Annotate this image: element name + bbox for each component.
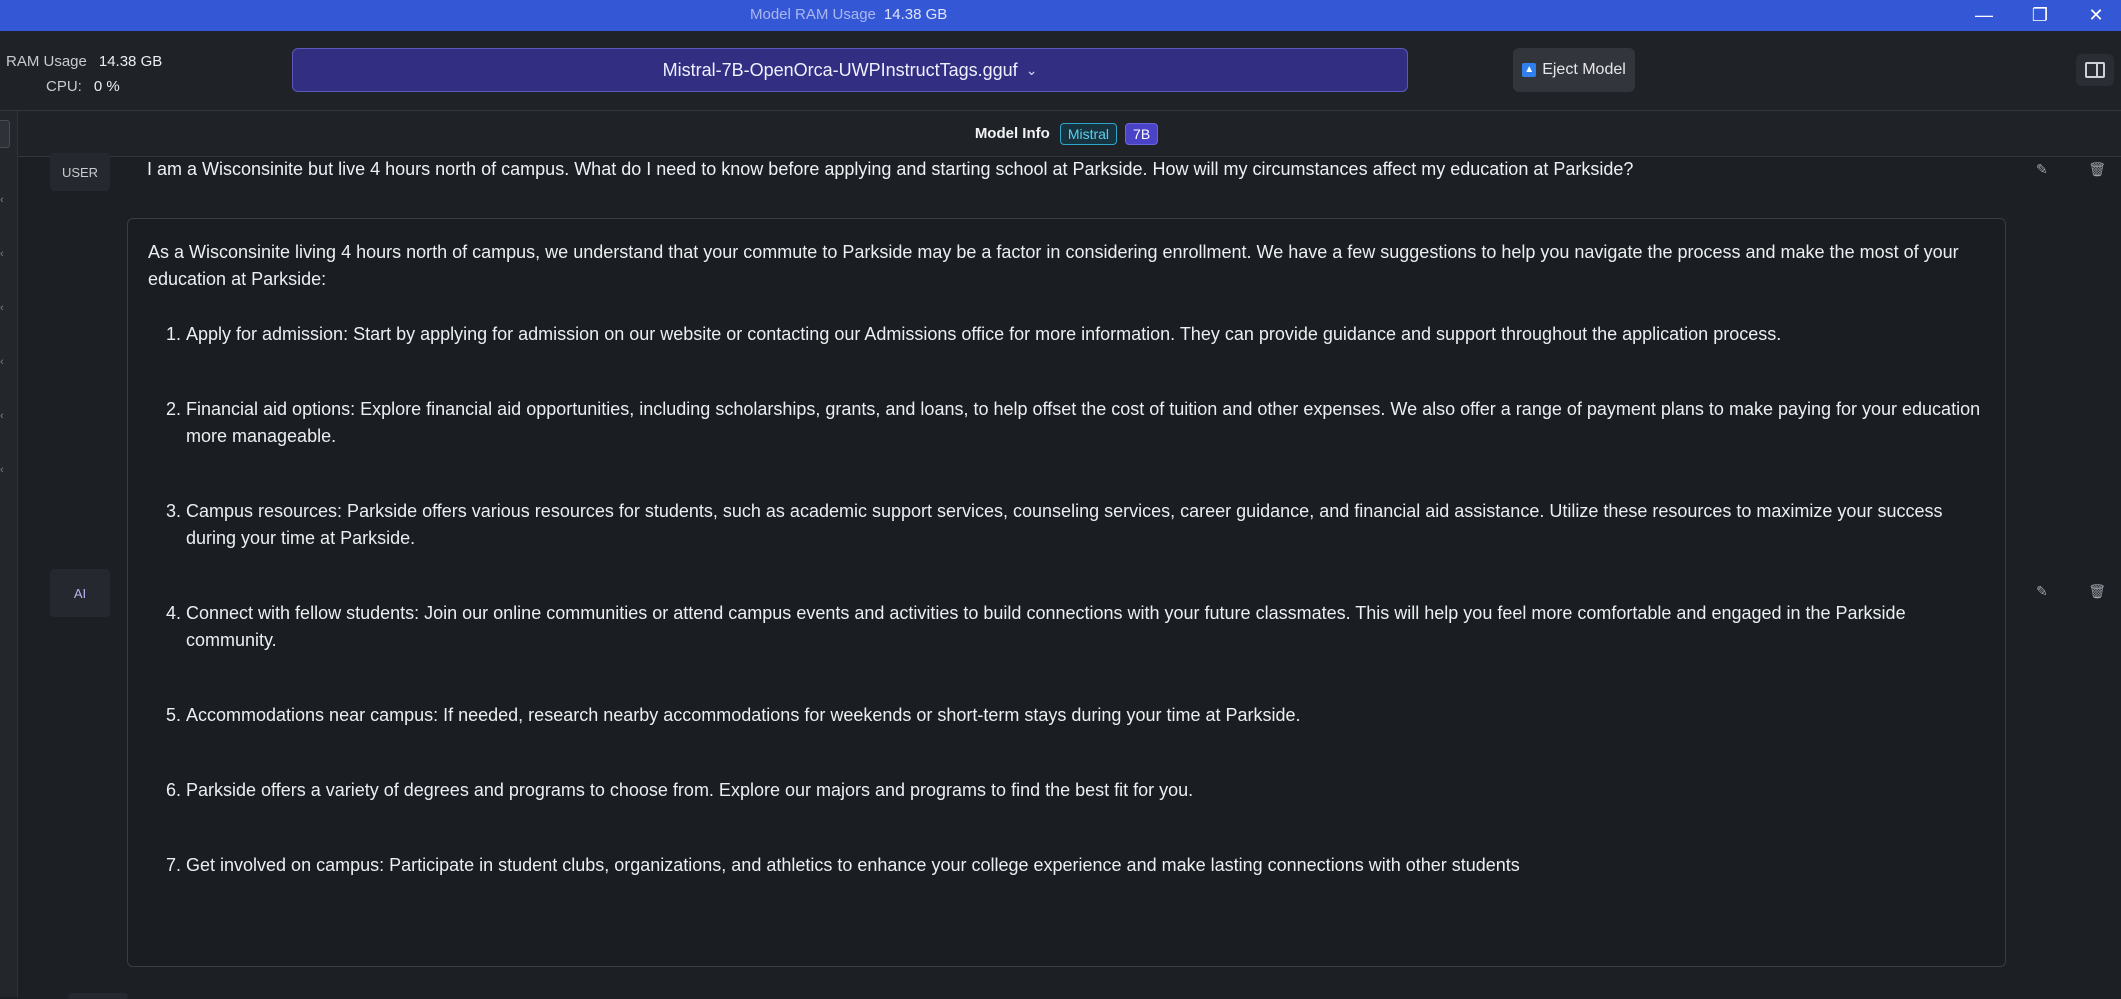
chevron-down-icon: ⌄ (1025, 61, 1038, 78)
restore-icon: ❐ (2031, 5, 2049, 25)
trash-icon[interactable]: 🗑 (2088, 583, 2106, 600)
sidebar-toggle-button[interactable] (2076, 54, 2114, 86)
chevron-icon[interactable]: ‹ (0, 335, 12, 389)
ram-usage-label: RAM Usage (6, 53, 87, 70)
model-selector[interactable]: Mistral-7B-OpenOrca-UWPInstructTags.gguf… (292, 48, 1408, 92)
ai-message-actions: ✎ 🗑 (2036, 583, 2106, 600)
ai-list-item: Financial aid options: Explore financial… (186, 396, 1985, 450)
ai-list-item: Accommodations near campus: If needed, r… (186, 702, 1985, 729)
model-info-label: Model Info (974, 125, 1050, 142)
user-message-actions: ✎ 🗑 (2036, 161, 2106, 178)
chevron-icon[interactable]: ‹ (0, 389, 12, 443)
top-toolbar: RAM Usage 14.38 GB CPU: 0 % Mistral-7B-Ope… (0, 31, 2121, 111)
ai-list-item: Campus resources: Parkside offers variou… (186, 498, 1985, 552)
model-info-bar: Model Info Mistral 7B (18, 111, 2121, 157)
window-title: Model RAM Usage 14.38 GB (750, 6, 947, 23)
ram-usage: RAM Usage 14.38 GB (6, 49, 162, 74)
left-sidebar-collapsed: ‹ ‹ ‹ ‹ ‹ ‹ (0, 111, 18, 997)
sidebar-panel-icon (2085, 62, 2105, 78)
ai-message: As a Wisconsinite living 4 hours north o… (127, 218, 2006, 967)
trash-icon[interactable]: 🗑 (2088, 161, 2106, 178)
model-size-badge: 7B (1125, 122, 1159, 145)
ai-role-label[interactable]: AI (50, 569, 110, 617)
close-button[interactable]: ✕ (2074, 0, 2118, 31)
ai-intro: As a Wisconsinite living 4 hours north o… (148, 242, 1959, 289)
ai-list-item: Connect with fellow students: Join our o… (186, 600, 1985, 654)
cpu-usage-value: 0 % (93, 78, 120, 95)
chevron-icon[interactable]: ‹ (0, 227, 12, 281)
user-message: I am a Wisconsinite but live 4 hours nor… (147, 159, 1634, 179)
sidebar-handle[interactable] (0, 120, 10, 148)
title-ram-label: Model RAM Usage (750, 6, 876, 23)
eject-model-label: Eject Model (1542, 61, 1626, 78)
ai-list-item: Get involved on campus: Participate in s… (186, 852, 1985, 879)
cpu-usage: CPU: 0 % (6, 74, 162, 99)
ai-list-item: Apply for admission: Start by applying f… (186, 321, 1985, 348)
eject-icon: ▲ (1522, 63, 1537, 77)
minimize-button[interactable]: — (1962, 0, 2006, 31)
sidebar-collapse-icons: ‹ ‹ ‹ ‹ ‹ ‹ (0, 173, 12, 497)
close-icon: ✕ (2088, 5, 2104, 25)
user-role-label[interactable]: USER (50, 153, 110, 191)
resource-stats: RAM Usage 14.38 GB CPU: 0 % (6, 49, 162, 99)
chevron-icon[interactable]: ‹ (0, 173, 12, 227)
ai-list-item: Parkside offers a variety of degrees and… (186, 777, 1985, 804)
edit-icon[interactable]: ✎ (2036, 583, 2048, 600)
model-family-badge: Mistral (1059, 122, 1118, 145)
edit-icon[interactable]: ✎ (2036, 161, 2048, 178)
cpu-usage-label: CPU: (46, 78, 82, 95)
window-title-bar: Model RAM Usage 14.38 GB — ❐ ✕ (0, 0, 2121, 31)
ai-list: Apply for admission: Start by applying f… (148, 321, 1985, 879)
title-ram-value: 14.38 GB (883, 6, 948, 23)
maximize-button[interactable]: ❐ (2018, 0, 2062, 31)
ram-usage-value: 14.38 GB (98, 53, 163, 70)
model-name: Mistral-7B-OpenOrca-UWPInstructTags.gguf (662, 59, 1018, 80)
chevron-icon[interactable]: ‹ (0, 443, 12, 497)
minimize-icon: — (1975, 5, 1993, 25)
eject-model-button[interactable]: ▲ Eject Model (1513, 48, 1635, 92)
chat-area: USER I am a Wisconsinite but live 4 hour… (18, 153, 2121, 999)
chevron-icon[interactable]: ‹ (0, 281, 12, 335)
next-message-role-label (68, 993, 128, 999)
